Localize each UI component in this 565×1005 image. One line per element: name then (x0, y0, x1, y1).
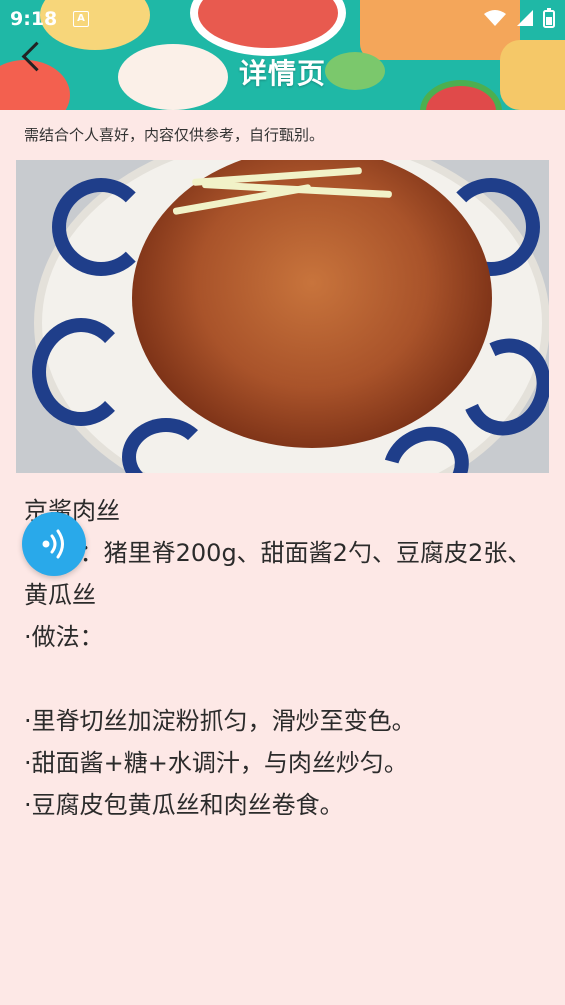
dish-photo (16, 160, 549, 473)
notification-a-icon: A (73, 11, 89, 27)
ingredients-line: ·用料：猪里脊200g、甜面酱2勺、豆腐皮2张、黄瓜丝 (24, 532, 541, 616)
status-icons (483, 8, 555, 28)
audio-play-button[interactable] (22, 512, 86, 576)
cellular-icon (517, 10, 533, 26)
recipe-name: 京酱肉丝 (24, 497, 120, 525)
page-title: 详情页 (238, 57, 326, 90)
recipe-content: 京酱肉丝 ·用料：猪里脊200g、甜面酱2勺、豆腐皮2张、黄瓜丝 ·做法： ·里… (24, 490, 541, 826)
header-banner: 9:18 A 详情页 (0, 0, 565, 110)
step-1: ·里脊切丝加淀粉抓匀，滑炒至变色。 (24, 707, 416, 735)
step-3: ·豆腐皮包黄瓜丝和肉丝卷食。 (24, 791, 344, 819)
battery-icon (543, 8, 555, 28)
plate (32, 160, 549, 473)
disclaimer-text: 需结合个人喜好，内容仅供参考，自行甄别。 (24, 126, 325, 144)
wifi-icon (484, 10, 506, 26)
step-2: ·甜面酱+糖+水调汁，与肉丝炒匀。 (24, 749, 408, 777)
pork-strips (132, 160, 492, 448)
status-time: 9:18 (10, 8, 58, 30)
method-label: ·做法： (24, 623, 104, 651)
decor-tomato (190, 0, 346, 56)
audio-wave-icon (42, 529, 64, 559)
